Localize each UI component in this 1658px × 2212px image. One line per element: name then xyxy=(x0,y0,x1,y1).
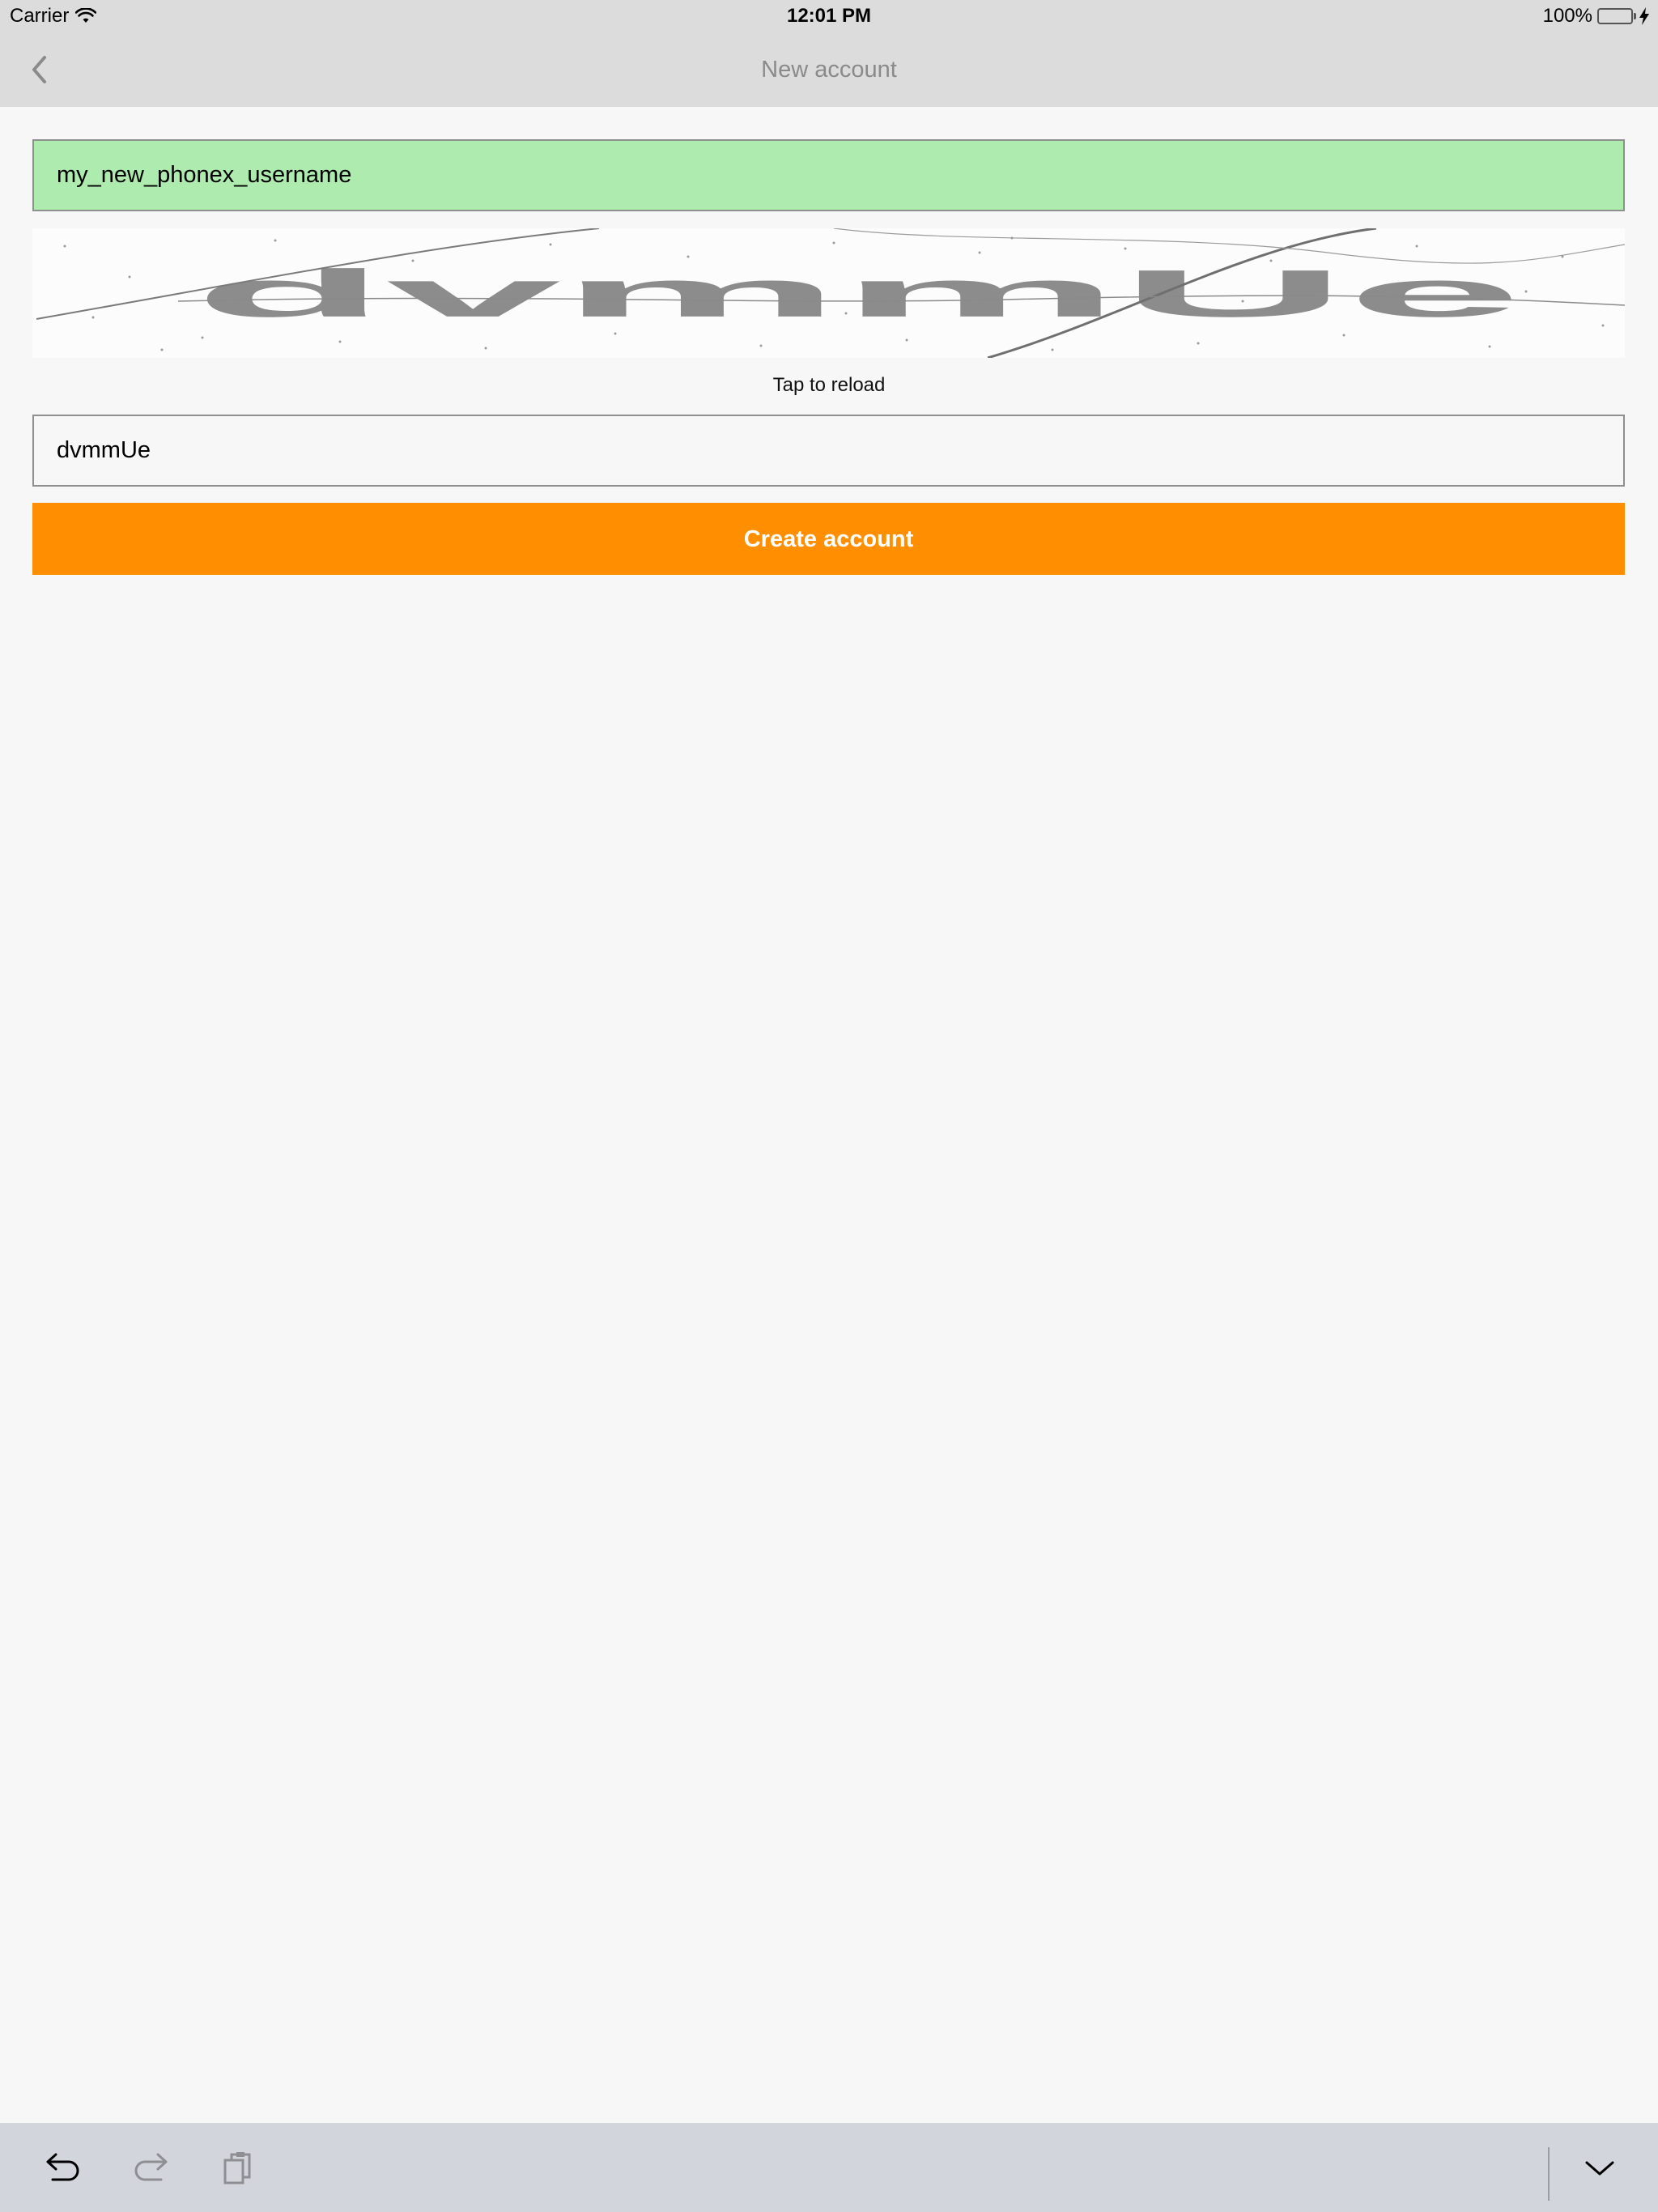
paste-icon xyxy=(223,2152,251,2184)
hide-keyboard-icon xyxy=(1585,2161,1614,2176)
hide-keyboard-button[interactable] xyxy=(1574,2142,1626,2194)
clock: 12:01 PM xyxy=(786,5,872,27)
battery-icon xyxy=(1597,7,1650,25)
create-account-button[interactable]: Create account xyxy=(32,503,1625,575)
username-input[interactable] xyxy=(32,139,1625,211)
paste-button[interactable] xyxy=(212,2142,264,2194)
redo-icon xyxy=(134,2153,168,2181)
status-bar: Carrier 12:01 PM 100% xyxy=(0,0,1658,32)
captcha-reload-hint[interactable]: Tap to reload xyxy=(0,371,1658,400)
navigation-bar: New account xyxy=(0,32,1658,107)
charging-bolt-icon xyxy=(1639,7,1649,25)
keyboard-shortcut-bar xyxy=(0,2123,1658,2212)
page-title: New account xyxy=(761,57,897,83)
captcha-input[interactable] xyxy=(32,415,1625,487)
undo-button[interactable] xyxy=(37,2142,89,2194)
undo-icon xyxy=(46,2153,79,2181)
battery-indicator: 100% xyxy=(1543,3,1650,29)
battery-percent: 100% xyxy=(1542,5,1592,27)
toolbar-divider xyxy=(1548,2147,1550,2201)
redo-button[interactable] xyxy=(125,2142,176,2194)
captcha-text: dvmmUe xyxy=(194,256,1522,331)
captcha-graphic: dvmmUe xyxy=(36,228,1625,358)
captcha-image[interactable]: dvmmUe xyxy=(32,228,1625,358)
